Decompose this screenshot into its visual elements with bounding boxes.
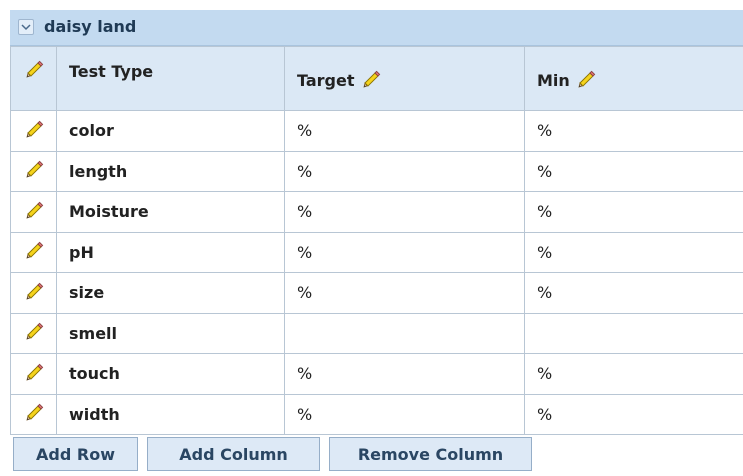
pencil-icon[interactable] xyxy=(24,240,44,264)
target-cell: % xyxy=(284,231,525,273)
table-row: Moisture % % xyxy=(10,191,743,233)
row-edit-cell xyxy=(10,110,57,152)
min-cell: % xyxy=(524,150,743,192)
test-type-cell: color xyxy=(56,110,285,152)
group-title: daisy land xyxy=(44,17,137,36)
min-cell xyxy=(524,312,743,354)
table-row: touch % % xyxy=(10,353,743,395)
test-type-cell: Moisture xyxy=(56,191,285,233)
pencil-icon[interactable] xyxy=(24,362,44,386)
row-edit-cell xyxy=(10,272,57,314)
target-cell xyxy=(284,312,525,354)
target-cell: % xyxy=(284,150,525,192)
min-cell: % xyxy=(524,393,743,435)
header-edit-cell xyxy=(10,46,57,111)
test-type-cell: size xyxy=(56,272,285,314)
group-header: daisy land xyxy=(10,10,743,46)
pencil-icon[interactable] xyxy=(24,321,44,345)
pencil-icon[interactable] xyxy=(24,402,44,426)
column-header-test-type: Test Type xyxy=(56,46,285,111)
pencil-icon[interactable] xyxy=(24,59,44,83)
row-edit-cell xyxy=(10,191,57,233)
min-cell: % xyxy=(524,272,743,314)
chevron-down-icon[interactable] xyxy=(18,19,34,35)
test-type-cell: width xyxy=(56,393,285,435)
row-edit-cell xyxy=(10,150,57,192)
test-type-table: Test Type Target Min color % % length % xyxy=(10,46,743,435)
pencil-icon[interactable] xyxy=(361,69,381,93)
column-header-target-label: Target xyxy=(297,71,355,90)
column-header-min-label: Min xyxy=(537,71,570,90)
header-row: Test Type Target Min xyxy=(10,46,743,111)
min-cell: % xyxy=(524,110,743,152)
remove-column-button[interactable]: Remove Column xyxy=(329,437,532,471)
test-grid-panel: daisy land Test Type Target Min color % … xyxy=(10,10,743,476)
table-row: length % % xyxy=(10,150,743,192)
min-cell: % xyxy=(524,191,743,233)
column-header-target: Target xyxy=(284,46,525,111)
pencil-icon[interactable] xyxy=(24,281,44,305)
row-edit-cell xyxy=(10,393,57,435)
pencil-icon[interactable] xyxy=(24,119,44,143)
row-edit-cell xyxy=(10,353,57,395)
add-row-button[interactable]: Add Row xyxy=(13,437,138,471)
target-cell: % xyxy=(284,272,525,314)
row-edit-cell xyxy=(10,312,57,354)
column-header-min: Min xyxy=(524,46,743,111)
row-edit-cell xyxy=(10,231,57,273)
test-type-cell: length xyxy=(56,150,285,192)
target-cell: % xyxy=(284,353,525,395)
target-cell: % xyxy=(284,191,525,233)
min-cell: % xyxy=(524,231,743,273)
test-type-cell: smell xyxy=(56,312,285,354)
min-cell: % xyxy=(524,353,743,395)
table-row: pH % % xyxy=(10,231,743,273)
test-type-cell: pH xyxy=(56,231,285,273)
target-cell: % xyxy=(284,393,525,435)
pencil-icon[interactable] xyxy=(24,200,44,224)
table-row: size % % xyxy=(10,272,743,314)
table-row: width % % xyxy=(10,393,743,435)
table-row: smell xyxy=(10,312,743,354)
target-cell: % xyxy=(284,110,525,152)
test-type-cell: touch xyxy=(56,353,285,395)
pencil-icon[interactable] xyxy=(576,69,596,93)
table-row: color % % xyxy=(10,110,743,152)
add-column-button[interactable]: Add Column xyxy=(147,437,320,471)
pencil-icon[interactable] xyxy=(24,159,44,183)
